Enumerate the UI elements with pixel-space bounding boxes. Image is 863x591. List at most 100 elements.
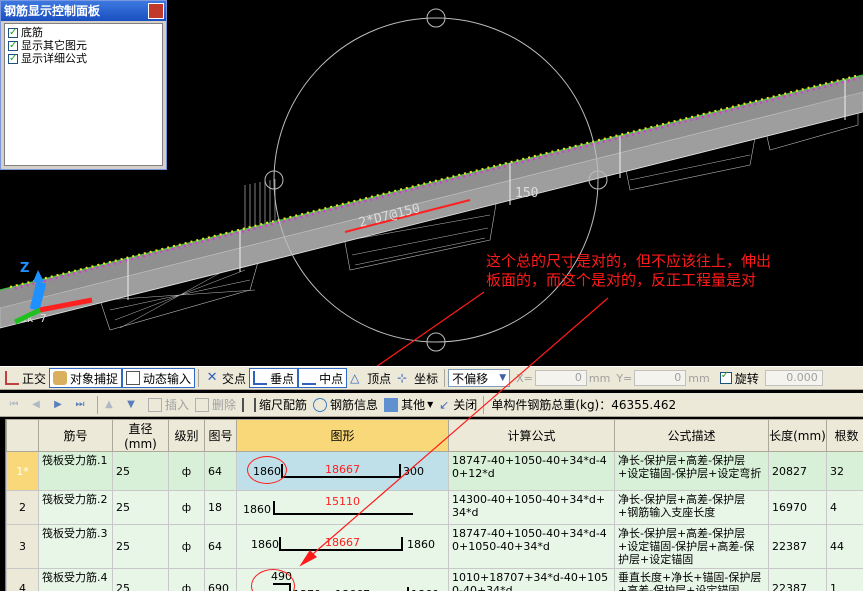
- cell-diameter[interactable]: 25: [112, 568, 169, 591]
- header-shape[interactable]: 图形: [236, 419, 449, 452]
- row-number[interactable]: 3: [6, 524, 39, 569]
- first-record-icon[interactable]: ⏮: [6, 397, 22, 413]
- cell-diameter[interactable]: 25: [112, 524, 169, 569]
- cell-shape[interactable]: 1860 18667 300: [236, 451, 449, 491]
- cell-formula-desc[interactable]: 净长-保护层+高差-保护层+设定锚固-保护层+设定弯折: [614, 451, 769, 491]
- cell-length[interactable]: 22387: [768, 568, 827, 591]
- cell-rebar-name[interactable]: 筏板受力筋.4: [38, 568, 113, 591]
- cell-grade[interactable]: ф: [168, 524, 205, 569]
- y-input[interactable]: 0: [634, 370, 687, 386]
- cell-diameter[interactable]: 25: [112, 490, 169, 525]
- coordinate-snap-button[interactable]: ⊹ 坐标: [394, 368, 441, 388]
- row-number[interactable]: 4: [6, 568, 39, 591]
- option-show-other-elements[interactable]: 显示其它图元: [8, 39, 159, 52]
- cell-figure-no[interactable]: 64: [204, 524, 237, 569]
- cell-formula-desc[interactable]: 净长-保护层+高差-保护层+钢筋输入支座长度: [614, 490, 769, 525]
- table-row[interactable]: 1* 筏板受力筋.1 25 ф 64 1860 18667 300 18747-…: [6, 451, 863, 491]
- cell-count[interactable]: 44: [826, 524, 863, 569]
- snap-toolbar: 正交 对象捕捉 动态输入 ✕ 交点 垂点 中点 △ 顶点 ⊹ 坐标 不偏移 ▼ …: [0, 366, 863, 390]
- offset-select[interactable]: 不偏移 ▼: [448, 369, 511, 387]
- cell-count[interactable]: 1: [826, 568, 863, 591]
- rebar-info-button[interactable]: 钢筋信息: [310, 395, 381, 415]
- header-figure-no[interactable]: 图号: [204, 419, 237, 452]
- separator: [444, 369, 446, 387]
- shape-highlight-circle: [247, 456, 287, 484]
- shape-left-dim: 1860: [243, 503, 271, 516]
- cell-figure-no[interactable]: 18: [204, 490, 237, 525]
- annotation-text: 这个总的尺寸是对的，但不应该往上，伸出 板面的，而这个是对的，反正工程量是对: [486, 252, 772, 289]
- delete-button[interactable]: 删除: [192, 395, 239, 415]
- y-unit: mm: [688, 371, 710, 385]
- separator: [97, 395, 98, 414]
- intersection-snap-button[interactable]: ✕ 交点: [202, 368, 249, 388]
- midpoint-snap-button[interactable]: 中点: [298, 368, 348, 388]
- cell-grade[interactable]: ф: [168, 451, 205, 491]
- separator: [198, 369, 200, 387]
- cell-formula[interactable]: 18747-40+1050-40+34*d-40+12*d: [448, 451, 615, 491]
- other-menu-button[interactable]: 其他 ▼: [381, 395, 436, 415]
- cell-formula-desc[interactable]: 垂直长度+净长+锚固-保护层+高差-保护层+设定锚固: [614, 568, 769, 591]
- cell-formula[interactable]: 1010+18707+34*d-40+1050-40+34*d: [448, 568, 615, 591]
- last-record-icon[interactable]: ⏭: [72, 397, 88, 413]
- rebar-table: 筋号 直径(mm) 级别 图号 图形 计算公式 公式描述 长度(mm) 根数 1…: [5, 419, 863, 591]
- header-formula-desc[interactable]: 公式描述: [614, 419, 769, 452]
- close-button[interactable]: ↙ 关闭: [436, 395, 480, 415]
- cell-count[interactable]: 32: [826, 451, 863, 491]
- cell-formula[interactable]: 14300-40+1050-40+34*d+34*d: [448, 490, 615, 525]
- cell-length[interactable]: 22387: [768, 524, 827, 569]
- prev-record-icon[interactable]: ◀: [28, 397, 44, 413]
- move-down-icon[interactable]: ▼: [123, 397, 139, 413]
- cell-diameter[interactable]: 25: [112, 451, 169, 491]
- cell-rebar-name[interactable]: 筏板受力筋.3: [38, 524, 113, 569]
- rotate-checkbox[interactable]: [719, 370, 732, 384]
- separator: [483, 395, 485, 414]
- cell-figure-no[interactable]: 690: [204, 568, 237, 591]
- header-formula[interactable]: 计算公式: [448, 419, 615, 452]
- object-snap-button[interactable]: 对象捕捉: [49, 368, 123, 388]
- cell-rebar-name[interactable]: 筏板受力筋.1: [38, 451, 113, 491]
- shape-right-hook: [407, 587, 409, 591]
- header-count[interactable]: 根数: [826, 419, 863, 452]
- cell-shape[interactable]: 1860 18667 1860: [236, 524, 449, 569]
- x-input[interactable]: 0: [534, 370, 587, 386]
- cell-shape[interactable]: 490 1370 18667 1860: [236, 568, 449, 591]
- cell-formula[interactable]: 18747-40+1050-40+34*d-40+1050-40+34*d: [448, 524, 615, 569]
- insert-button[interactable]: 插入: [145, 395, 192, 415]
- cell-length[interactable]: 20827: [768, 451, 827, 491]
- table-row[interactable]: 3 筏板受力筋.3 25 ф 64 1860 18667 1860 18747-…: [6, 524, 863, 569]
- cell-figure-no[interactable]: 64: [204, 451, 237, 491]
- header-diameter[interactable]: 直径(mm): [112, 419, 169, 452]
- next-record-icon[interactable]: ▶: [50, 397, 66, 413]
- intersection-icon: ✕: [206, 370, 218, 385]
- checkbox-icon[interactable]: [8, 39, 18, 52]
- option-show-detailed-formula[interactable]: 显示详细公式: [8, 52, 159, 65]
- cell-grade[interactable]: ф: [168, 568, 205, 591]
- cell-grade[interactable]: ф: [168, 490, 205, 525]
- option-bottom-rebar[interactable]: 底筋: [8, 26, 159, 39]
- delete-icon: [195, 397, 210, 412]
- cell-formula-desc[interactable]: 净长-保护层+高差-保护层+设定锚固-保护层+高差-保护层+设定锚固: [614, 524, 769, 569]
- orthogonal-button[interactable]: 正交: [2, 368, 49, 388]
- perpendicular-snap-button[interactable]: 垂点: [249, 368, 299, 388]
- scale-rebar-button[interactable]: 缩尺配筋: [239, 395, 310, 415]
- row-number[interactable]: 1*: [6, 451, 39, 491]
- checkbox-icon[interactable]: [8, 52, 18, 65]
- header-rebar-no[interactable]: 筋号: [38, 419, 113, 452]
- header-grade[interactable]: 级别: [168, 419, 205, 452]
- vertex-snap-button[interactable]: △ 顶点: [347, 368, 394, 388]
- total-weight-label: 单构件钢筋总重(kg)：: [491, 398, 612, 412]
- rotate-input[interactable]: 0.000: [764, 370, 823, 386]
- panel-close-button[interactable]: [148, 3, 164, 19]
- checkbox-icon[interactable]: [8, 26, 18, 39]
- table-row[interactable]: 2 筏板受力筋.2 25 ф 18 1860 15110 14300-40+10…: [6, 490, 863, 525]
- cell-count[interactable]: 4: [826, 490, 863, 525]
- cell-rebar-name[interactable]: 筏板受力筋.2: [38, 490, 113, 525]
- header-length[interactable]: 长度(mm): [768, 419, 827, 452]
- move-up-icon[interactable]: ▲: [101, 397, 117, 413]
- dynamic-input-button[interactable]: 动态输入: [122, 368, 196, 388]
- table-row[interactable]: 4 筏板受力筋.4 25 ф 690 490 1370 18667 1860 1…: [6, 568, 863, 591]
- panel-title[interactable]: 钢筋显示控制面板: [1, 1, 166, 21]
- cell-length[interactable]: 16970: [768, 490, 827, 525]
- cell-shape[interactable]: 1860 15110: [236, 490, 449, 525]
- row-number[interactable]: 2: [6, 490, 39, 525]
